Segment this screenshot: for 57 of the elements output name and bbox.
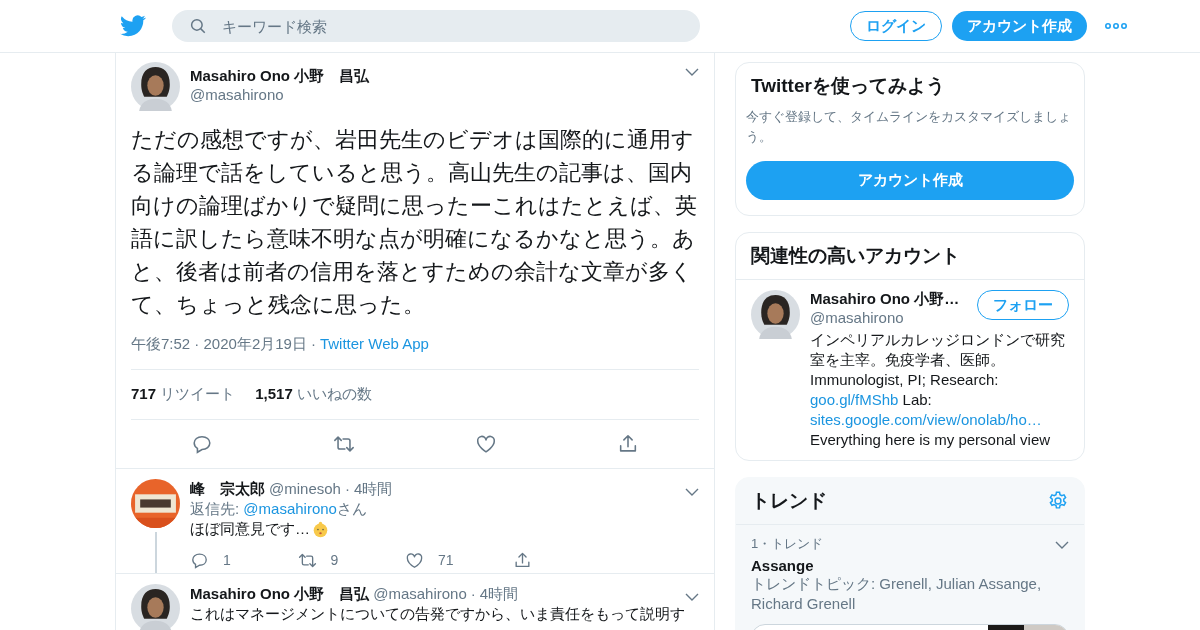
card-title: トレンド [751,489,827,513]
tweet-text: ただの感想ですが、岩田先生のビデオは国際的に通用する論理で話をしていると思う。高山先生の記事は、国内向けの論理ばかりで疑問に思ったーこれはたとえば、英語に訳したら意味不明な点が明確になるかなと思う。あと、後者は前者の信用を落とすための余計な文章が多くて、ちょっと残念に思った。 [131,126,698,319]
trend-meta: 1・トレンド [751,535,824,553]
avatar[interactable] [751,290,800,339]
heart-icon[interactable] [475,433,497,455]
action-count: 1 [223,551,231,570]
avatar[interactable] [131,62,180,111]
avatar[interactable] [131,584,180,630]
author-handle[interactable]: @masahirono [373,584,467,604]
chevron-down-icon[interactable] [685,488,699,496]
tweet-time: 4時間 [353,479,393,499]
author-handle[interactable]: @minesoh [269,479,341,499]
bio-link[interactable]: sites.google.com/view/onolab/ho… [810,411,1042,428]
source-link[interactable]: Twitter Web App [319,335,429,354]
follow-button[interactable]: フォロー [977,290,1069,320]
chevron-down-icon[interactable] [685,68,699,76]
share-icon[interactable] [617,433,639,455]
card-title: Twitterを使ってみよう [750,74,946,98]
author-name[interactable]: Masahiro Ono 小野 昌弘 [190,67,685,86]
chevron-down-icon[interactable] [1055,541,1069,549]
reply-context: 返信先: @masahironoさん [190,499,368,519]
separator-dot: · [310,335,316,354]
account-name[interactable]: Masahiro Ono 小野… [810,290,960,309]
search-field[interactable]: キーワード検索 [172,10,700,42]
login-button[interactable]: ログイン [850,11,942,41]
signup-button[interactable]: アカウント作成 [952,11,1087,41]
author-handle[interactable]: @masahirono [190,86,685,103]
separator-dot: · [344,479,350,499]
card-description: 今すぐ登録して、タイムラインをカスタマイズしましょう。 [746,108,1072,146]
reply-icon[interactable] [191,433,213,455]
separator-dot: · [470,584,476,604]
bird-logo[interactable] [120,15,146,37]
bio-link[interactable]: goo.gl/fMShb [810,391,899,408]
tweet-time: 4時間 [479,584,519,604]
author-name[interactable]: 峰 宗太郎 [190,479,265,499]
author-name[interactable]: Masahiro Ono 小野 昌弘 [190,584,370,604]
action-count: 9 [330,551,339,570]
reply-text: これはマネージメントについての告発ですから、いま責任をもって説明す [190,604,685,624]
card-title: 関連性の高いアカウント [736,233,1084,280]
more-icon[interactable] [1105,23,1127,29]
signup-button[interactable]: アカウント作成 [746,161,1074,200]
mention-link[interactable]: @masahirono [243,500,337,517]
reply-text: ほぼ同意見です… [190,519,310,539]
heart-icon[interactable] [405,550,424,570]
tweet-timestamp: 午後7:52 · 2020年2月19日 [131,335,307,354]
account-bio: インペリアルカレッジロンドンで研究室を主宰。免疫学者、医師。 Immunologist, PI; Research: goo.gl/fMShb Lab: sites.google.com/view/onolab/ho… Everything here is my personal view [810,330,1066,450]
chevron-down-icon[interactable] [685,593,699,601]
stat-count[interactable]: 1,517 いいねの数 [255,385,372,404]
trend-name[interactable]: Assange [751,557,1069,574]
search-icon [189,17,207,35]
account-handle[interactable]: @masahirono [810,309,960,326]
stat-count[interactable]: 717 リツイート [131,385,236,404]
share-icon[interactable] [512,550,532,570]
action-count: 71 [438,551,454,570]
settings-icon[interactable] [1047,490,1069,512]
trend-description: トレンドトピック: Grenell, Julian Assange, Richard Grenell [751,574,1043,614]
reply-icon[interactable] [190,550,209,570]
